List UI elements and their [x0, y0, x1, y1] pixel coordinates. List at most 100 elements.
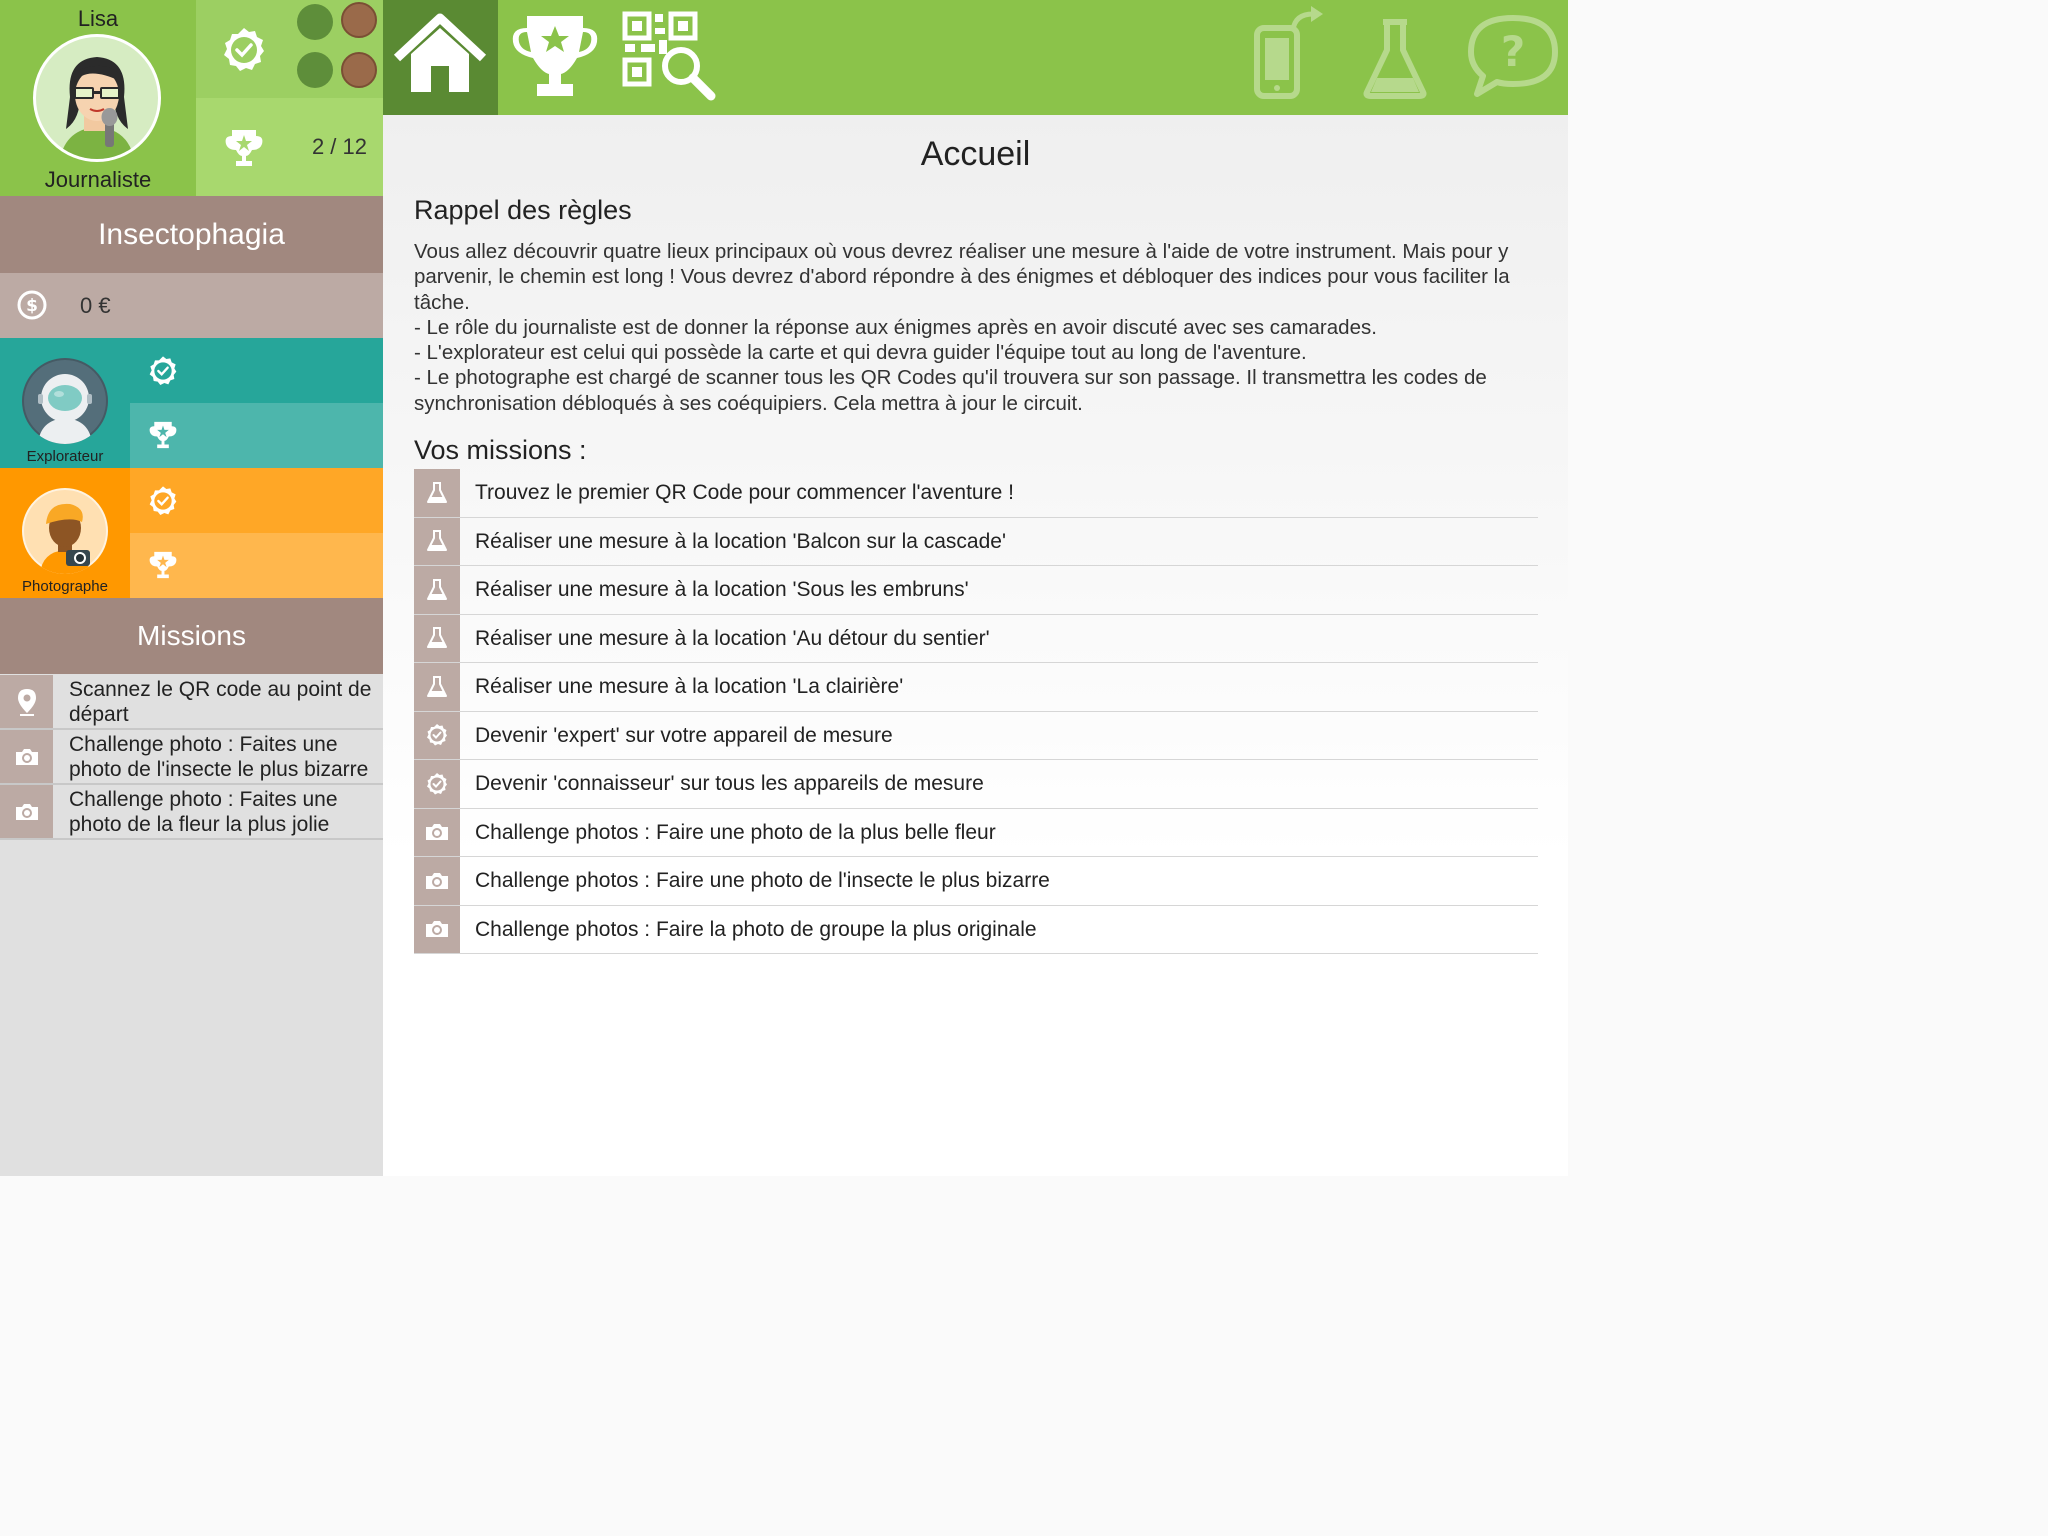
mission-list: Trouvez le premier QR Code pour commence…: [414, 469, 1538, 954]
svg-text:$: $: [26, 296, 38, 316]
sidebar-mission-item[interactable]: Challenge photo : Faites une photo de l'…: [0, 730, 383, 785]
camera-icon: [0, 730, 53, 783]
teammate-badges-row[interactable]: [130, 338, 383, 403]
player-badges[interactable]: [196, 0, 383, 98]
rules-paragraph: Vous allez découvrir quatre lieux princi…: [414, 240, 1510, 314]
player-name: Lisa: [77, 6, 119, 31]
home-icon: [393, 13, 487, 92]
check-badge-icon: [147, 355, 179, 387]
teammate-role: Photographe: [22, 578, 108, 595]
flask-icon: [414, 566, 460, 614]
teammate-trophies-row[interactable]: [130, 533, 383, 598]
sidebar-mission-item[interactable]: Scannez le QR code au point de départ: [0, 675, 383, 730]
camera-icon: [414, 905, 460, 953]
mission-item[interactable]: Réaliser une mesure à la location 'Au dé…: [414, 614, 1538, 663]
nav-lab-button[interactable]: [1355, 0, 1435, 115]
mission-item[interactable]: Challenge photos : Faire une photo de la…: [414, 808, 1538, 857]
missions-header: Missions: [0, 598, 383, 674]
photographer-avatar-icon: [22, 488, 108, 574]
check-badge-icon: [147, 485, 179, 517]
teammate-badges-row[interactable]: [130, 468, 383, 533]
help-icon: ?: [1468, 15, 1558, 97]
camera-icon: [414, 857, 460, 905]
sidebar-mission-item[interactable]: Challenge photo : Faites une photo de la…: [0, 785, 383, 840]
teammate-photographer[interactable]: Photographe: [0, 468, 383, 598]
sidebar-mission-text: Scannez le QR code au point de départ: [69, 678, 372, 726]
mission-text: Trouvez le premier QR Code pour commence…: [475, 481, 1014, 504]
rules-heading: Rappel des règles: [414, 195, 632, 225]
mission-text: Devenir 'expert' sur votre appareil de m…: [475, 723, 893, 747]
rules-paragraph: - Le rôle du journaliste est de donner l…: [414, 315, 1377, 339]
explorer-avatar-icon: [22, 358, 108, 444]
mission-item[interactable]: Devenir 'expert' sur votre appareil de m…: [414, 711, 1538, 760]
rules-paragraph: - Le photographe est chargé de scanner t…: [414, 366, 1487, 415]
mission-item[interactable]: Réaliser une mesure à la location 'La cl…: [414, 663, 1538, 712]
phone-sync-icon: [1254, 6, 1323, 99]
qr-search-icon: [622, 11, 716, 101]
teammate-role: Explorateur: [26, 448, 104, 465]
flask-icon: [414, 517, 460, 565]
flask-medal-icon: [341, 2, 377, 38]
mission-item[interactable]: Trouvez le premier QR Code pour commence…: [414, 469, 1538, 518]
rules-paragraph: - L'explorateur est celui qui possède la…: [414, 341, 1307, 365]
trophy-icon: [512, 16, 598, 96]
teammate-explorer[interactable]: Explorateur: [0, 338, 383, 468]
nav-home-button[interactable]: [383, 0, 498, 115]
mission-item[interactable]: Challenge photos : Faire la photo de gro…: [414, 905, 1538, 954]
flask-icon: [414, 469, 460, 517]
mission-text: Réaliser une mesure à la location 'Au dé…: [475, 626, 990, 650]
mission-item[interactable]: Devenir 'connaisseur' sur tous les appar…: [414, 760, 1538, 809]
locked-badge-icon: [297, 52, 333, 88]
check-badge-icon: [220, 26, 268, 74]
teammate-avatar-box: Explorateur: [0, 338, 130, 468]
money-value: 0 €: [80, 293, 111, 318]
flask-icon: [414, 663, 460, 711]
mission-text: Challenge photos : Faire une photo de la…: [475, 820, 996, 844]
mission-text: Challenge photos : Faire une photo de l'…: [475, 869, 1050, 892]
main-content: Accueil Rappel des règles Vous allez déc…: [383, 115, 1568, 1176]
team-name: Insectophagia: [0, 196, 383, 273]
sidebar-mission-text: Challenge photo : Faites une photo de l'…: [69, 733, 369, 781]
flask-medal-icon: [341, 52, 377, 88]
journalist-avatar-icon: [60, 57, 134, 159]
nav-help-button[interactable]: ?: [1463, 0, 1563, 115]
nav-trophies-button[interactable]: [503, 0, 607, 115]
flask-icon: [414, 614, 460, 662]
dollar-icon: $: [16, 289, 48, 321]
player-role: Journaliste: [44, 167, 152, 192]
nav-sync-button[interactable]: [1249, 0, 1329, 115]
trophy-icon: [147, 550, 179, 580]
sidebar-mission-text: Challenge photo : Faites une photo de la…: [69, 788, 338, 836]
missions-heading: Vos missions :: [414, 435, 587, 465]
teammate-trophies-row[interactable]: [130, 403, 383, 468]
player-card[interactable]: Lisa Journaliste: [0, 0, 196, 196]
camera-icon: [414, 808, 460, 856]
mission-item[interactable]: Challenge photos : Faire une photo de l'…: [414, 857, 1538, 906]
mission-text: Challenge photos : Faire la photo de gro…: [475, 917, 1037, 941]
trophy-count: 2 / 12: [311, 134, 367, 159]
mission-text: Réaliser une mesure à la location 'Sous …: [475, 578, 969, 601]
trophy-icon: [147, 420, 179, 450]
camera-icon: [0, 785, 53, 838]
check-badge-icon: [414, 711, 460, 759]
top-navigation: ?: [383, 0, 1568, 115]
mission-item[interactable]: Réaliser une mesure à la location 'Balco…: [414, 517, 1538, 566]
player-trophies[interactable]: 2 / 12: [196, 98, 383, 196]
svg-text:?: ?: [1501, 27, 1525, 76]
sidebar-mission-list: Scannez le QR code au point de départ Cha…: [0, 675, 383, 840]
locked-badge-icon: [297, 4, 333, 40]
trophy-icon: [222, 128, 266, 168]
flask-icon: [1363, 19, 1427, 99]
check-badge-icon: [414, 760, 460, 808]
sidebar: Lisa Journaliste 2 / 12 Insectophagia $ …: [0, 0, 383, 1176]
nav-qr-scan-button[interactable]: [619, 0, 719, 115]
mission-item[interactable]: Réaliser une mesure à la location 'Sous …: [414, 566, 1538, 615]
mission-text: Réaliser une mesure à la location 'Balco…: [475, 529, 1006, 553]
teammate-avatar-box: Photographe: [0, 468, 130, 598]
mission-text: Devenir 'connaisseur' sur tous les appar…: [475, 772, 984, 795]
map-pin-icon: [0, 675, 53, 728]
rules-text: Vous allez découvrir quatre lieux princi…: [414, 239, 1544, 416]
page-title: Accueil: [920, 135, 1031, 173]
money-bar: $ 0 €: [0, 273, 383, 338]
mission-text: Réaliser une mesure à la location 'La cl…: [475, 675, 904, 698]
